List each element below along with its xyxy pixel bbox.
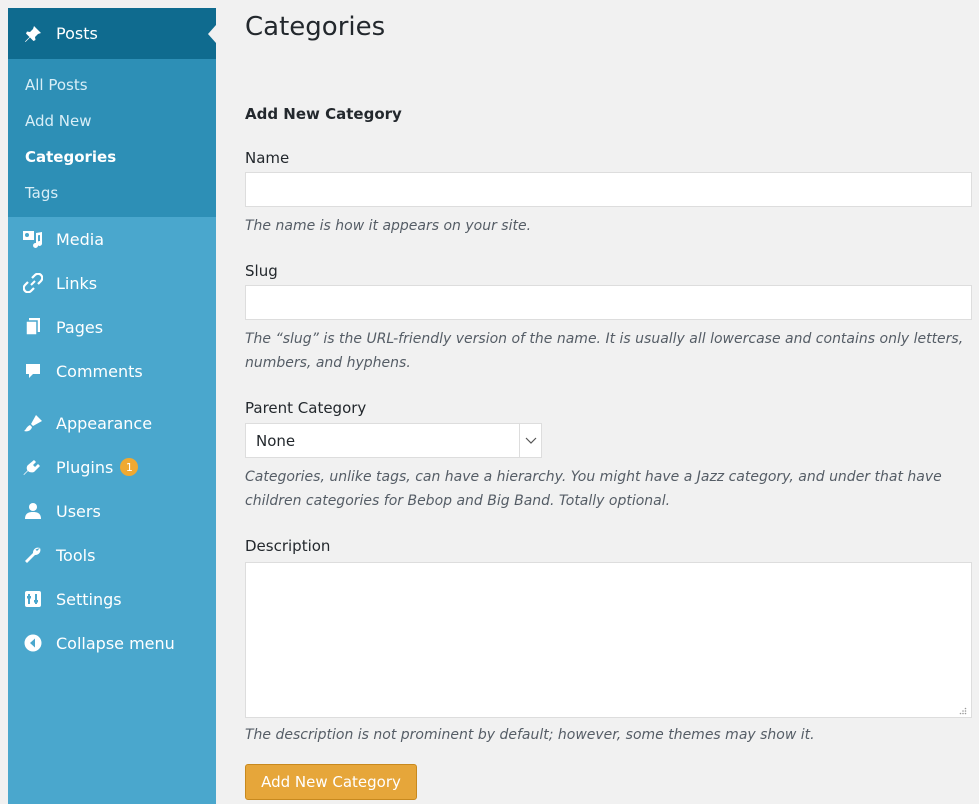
sidebar-item-label: Settings xyxy=(56,589,122,609)
sidebar-item-label: Appearance xyxy=(56,413,153,433)
pages-icon xyxy=(22,316,44,338)
slug-help-text: The “slug” is the URL-friendly version o… xyxy=(245,331,964,371)
name-label: Name xyxy=(245,149,290,167)
page-title: Categories xyxy=(245,12,386,42)
comment-icon xyxy=(22,360,44,382)
sidebar-item-label: Collapse menu xyxy=(56,633,175,653)
brush-icon xyxy=(22,412,44,434)
parent-category-value: None xyxy=(256,431,296,450)
sidebar-item-label: Media xyxy=(56,229,105,249)
plugins-update-badge: 1 xyxy=(120,458,139,476)
description-label: Description xyxy=(245,537,331,555)
name-help-text: The name is how it appears on your site. xyxy=(245,218,532,234)
add-new-category-button[interactable]: Add New Category xyxy=(245,764,417,800)
form-title: Add New Category xyxy=(245,105,402,123)
submenu-item-categories[interactable]: Categories xyxy=(8,139,216,175)
sidebar-item-label: Users xyxy=(56,501,101,521)
submenu-item-add-new[interactable]: Add New xyxy=(8,103,216,139)
posts-submenu: All Posts Add New Categories Tags xyxy=(8,59,216,217)
sidebar-item-label: Comments xyxy=(56,361,143,381)
admin-sidebar: Posts All Posts Add New Categories Tags … xyxy=(8,8,216,804)
sidebar-item-plugins[interactable]: Plugins 1 xyxy=(8,445,216,489)
sidebar-item-label: Links xyxy=(56,273,98,293)
sidebar-item-posts[interactable]: Posts xyxy=(8,8,216,59)
collapse-menu-button[interactable]: Collapse menu xyxy=(8,621,216,665)
submenu-item-all-posts[interactable]: All Posts xyxy=(8,67,216,103)
sidebar-item-users[interactable]: Users xyxy=(8,489,216,533)
sidebar-item-tools[interactable]: Tools xyxy=(8,533,216,577)
sidebar-item-label: Tools xyxy=(56,545,96,565)
current-menu-arrow xyxy=(208,25,216,43)
description-help-text: The description is not prominent by defa… xyxy=(245,727,815,743)
parent-category-label: Parent Category xyxy=(245,399,367,417)
sidebar-item-settings[interactable]: Settings xyxy=(8,577,216,621)
sidebar-item-media[interactable]: Media xyxy=(8,217,216,261)
sidebar-item-label: Pages xyxy=(56,317,104,337)
wrench-icon xyxy=(22,544,44,566)
sidebar-item-appearance[interactable]: Appearance xyxy=(8,401,216,445)
name-input[interactable] xyxy=(245,172,972,207)
collapse-icon xyxy=(22,632,44,654)
slug-input[interactable] xyxy=(245,285,972,320)
sidebar-item-pages[interactable]: Pages xyxy=(8,305,216,349)
parent-category-select[interactable]: None xyxy=(245,423,542,458)
sidebar-item-links[interactable]: Links xyxy=(8,261,216,305)
parent-category-help-text: Categories, unlike tags, can have a hier… xyxy=(245,469,942,509)
slug-label: Slug xyxy=(245,262,278,280)
media-icon xyxy=(22,228,44,250)
settings-icon xyxy=(22,588,44,610)
submenu-item-tags[interactable]: Tags xyxy=(8,175,216,211)
plugin-icon xyxy=(22,456,44,478)
chevron-down-icon xyxy=(519,424,541,457)
sidebar-item-comments[interactable]: Comments xyxy=(8,349,216,393)
pin-icon xyxy=(22,23,44,45)
description-textarea[interactable] xyxy=(245,562,972,718)
resize-handle-icon[interactable] xyxy=(959,700,967,719)
link-icon xyxy=(22,272,44,294)
sidebar-item-label: Plugins xyxy=(56,457,114,477)
sidebar-item-label: Posts xyxy=(56,24,98,43)
user-icon xyxy=(22,500,44,522)
